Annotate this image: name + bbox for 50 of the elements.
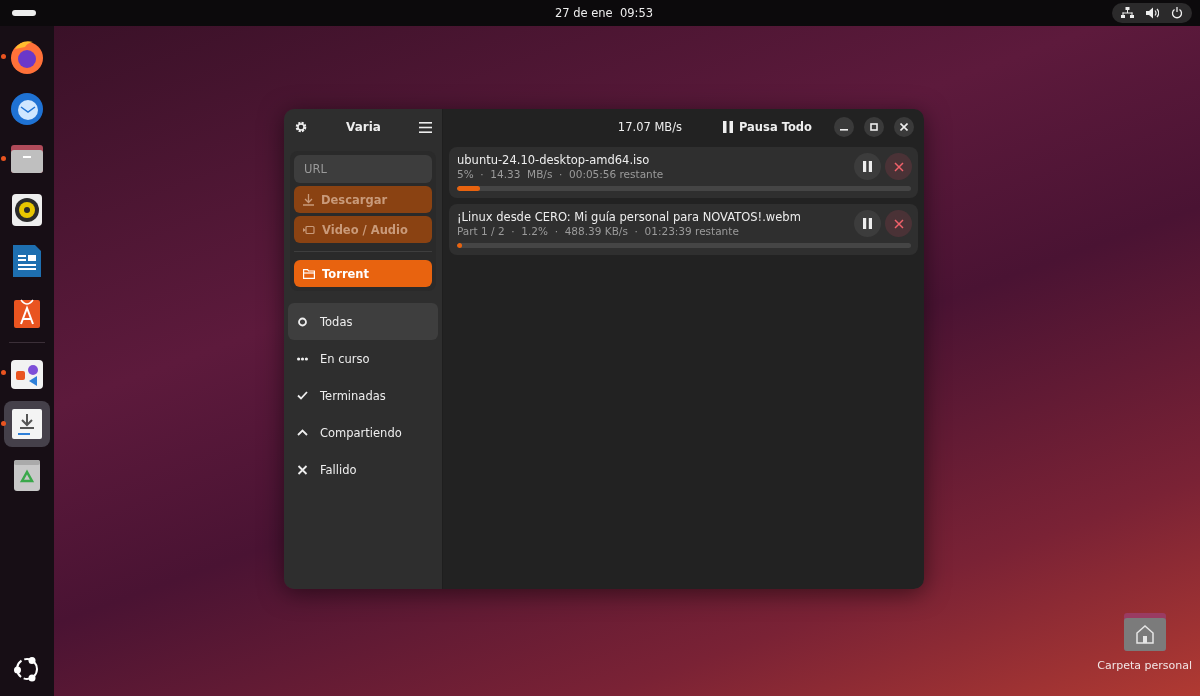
dock-app[interactable] [4, 401, 50, 447]
settings-icon [294, 120, 308, 134]
filter-item[interactable]: Compartiendo [288, 414, 438, 451]
download-tray-icon [9, 406, 45, 442]
video-camera-icon [303, 224, 315, 235]
system-tray[interactable] [1112, 3, 1192, 23]
total-speed: 17.07 MB/s [616, 120, 684, 134]
network-icon [1121, 7, 1134, 19]
minimize-button[interactable] [834, 117, 854, 137]
fox-globe-icon [9, 39, 45, 75]
url-field[interactable]: URL [294, 155, 432, 183]
maximize-button[interactable] [864, 117, 884, 137]
chevron-up-icon [297, 429, 308, 436]
download-icon [303, 193, 314, 206]
maximize-icon [870, 123, 878, 131]
pause-icon [863, 161, 872, 172]
close-button[interactable] [894, 117, 914, 137]
cancel-button[interactable] [885, 153, 912, 180]
workspace-indicator[interactable] [12, 10, 36, 16]
desktop-icon-label[interactable]: Carpeta personal [1097, 659, 1192, 672]
cancel-button[interactable] [885, 210, 912, 237]
power-icon [1171, 7, 1183, 19]
download-details: Part 1 / 2 · 1.2% · 488.39 KB/s · 01:23:39 restante [457, 225, 740, 237]
home-folder-icon[interactable] [1121, 613, 1168, 653]
bird-envelope-icon [9, 90, 45, 126]
pause-button[interactable] [854, 210, 881, 237]
file-name: ¡Linux desde CERO: Mi guía personal para NOVATOS!.webm [457, 210, 802, 224]
close-icon [893, 161, 904, 172]
close-icon [893, 218, 904, 229]
file-name: ubuntu-24.10-desktop-amd64.iso [457, 153, 651, 167]
close-icon [900, 123, 908, 131]
clock[interactable]: 27 de ene 09:53 [554, 6, 654, 20]
app-title: Varia [346, 120, 381, 134]
download-details: 5% · 14.33 MB/s · 00:05:56 restante [457, 168, 665, 180]
menu-icon [419, 121, 432, 133]
circle-icon [297, 316, 308, 327]
cross-icon [297, 464, 308, 475]
pause-all-button[interactable]: Pausa Todo [716, 119, 818, 135]
filter-item[interactable]: Todas [288, 303, 438, 340]
pause-icon [722, 121, 733, 133]
filter-item[interactable]: Fallido [288, 451, 438, 488]
pause-button[interactable] [854, 153, 881, 180]
checkmark-icon [297, 391, 308, 400]
volume-icon [1146, 7, 1159, 19]
speaker-icon [9, 192, 45, 228]
folder-icon [303, 268, 315, 279]
filter-item[interactable]: En curso [288, 340, 438, 377]
pause-icon [863, 218, 872, 229]
filter-item[interactable]: Terminadas [288, 377, 438, 414]
dots-icon [297, 356, 308, 361]
